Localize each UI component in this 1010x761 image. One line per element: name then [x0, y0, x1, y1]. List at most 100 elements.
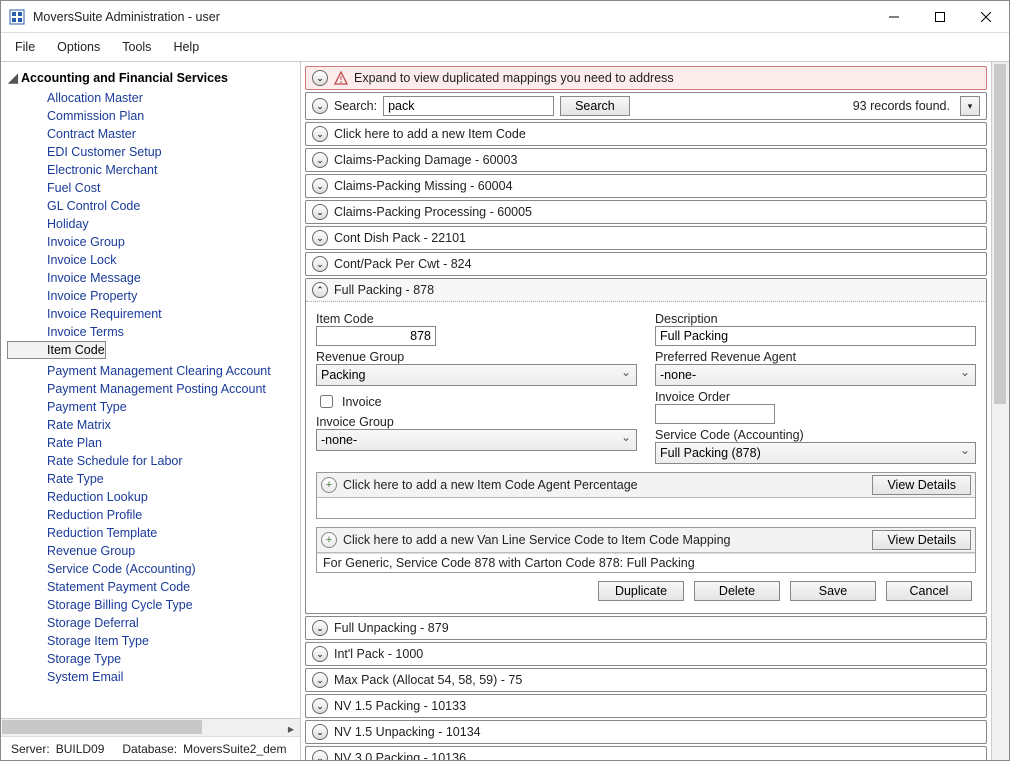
sidebar-item[interactable]: Allocation Master — [7, 89, 300, 107]
sidebar-item[interactable]: Payment Management Clearing Account — [7, 362, 300, 380]
menu-help[interactable]: Help — [169, 36, 203, 58]
sidebar-item[interactable]: System Email — [7, 668, 300, 686]
chevron-down-icon[interactable]: ⌄ — [312, 620, 328, 636]
sidebar-hscroll[interactable]: ▸ — [1, 718, 300, 736]
item-row[interactable]: ⌄ Int'l Pack - 1000 — [305, 642, 987, 666]
duplicate-button[interactable]: Duplicate — [598, 581, 684, 601]
save-button[interactable]: Save — [790, 581, 876, 601]
dropdown-button[interactable]: ▾ — [960, 96, 980, 116]
sidebar-item[interactable]: Rate Plan — [7, 434, 300, 452]
menu-file[interactable]: File — [11, 36, 39, 58]
sidebar-item[interactable]: Invoice Message — [7, 269, 300, 287]
close-button[interactable] — [963, 1, 1009, 33]
item-row[interactable]: ⌄NV 1.5 Packing - 10133 — [305, 694, 987, 718]
chevron-down-icon[interactable]: ⌄ — [312, 98, 328, 114]
invoice-checkbox[interactable] — [320, 395, 333, 408]
view-details-button[interactable]: View Details — [872, 530, 971, 550]
item-row-label: Claims-Packing Processing - 60005 — [334, 205, 980, 219]
nav-tree[interactable]: ◢ Accounting and Financial Services Allo… — [1, 62, 300, 718]
chevron-up-icon[interactable]: ⌃ — [312, 282, 328, 298]
minimize-button[interactable] — [871, 1, 917, 33]
tree-section[interactable]: ◢ Accounting and Financial Services — [7, 66, 300, 89]
chevron-down-icon[interactable]: ⌄ — [312, 178, 328, 194]
search-input[interactable] — [383, 96, 554, 116]
chevron-down-icon[interactable]: ⌄ — [312, 698, 328, 714]
sidebar-item[interactable]: Commission Plan — [7, 107, 300, 125]
scrollbar-thumb[interactable] — [2, 720, 202, 734]
sidebar-item[interactable]: Electronic Merchant — [7, 161, 300, 179]
scroll-right-icon[interactable]: ▸ — [282, 719, 300, 737]
chevron-down-icon[interactable]: ⌄ — [312, 646, 328, 662]
sidebar-item[interactable]: Invoice Property — [7, 287, 300, 305]
item-code-field[interactable] — [316, 326, 436, 346]
agent-percentage-add[interactable]: Click here to add a new Item Code Agent … — [343, 478, 866, 492]
maximize-button[interactable] — [917, 1, 963, 33]
sidebar-item[interactable]: Revenue Group — [7, 542, 300, 560]
sidebar-item[interactable]: Item Code — [7, 341, 106, 359]
sidebar-item[interactable]: Holiday — [7, 215, 300, 233]
sidebar-item[interactable]: Invoice Requirement — [7, 305, 300, 323]
sidebar-item[interactable]: Invoice Lock — [7, 251, 300, 269]
item-row[interactable]: ⌄Cont Dish Pack - 22101 — [305, 226, 987, 250]
sidebar-item[interactable]: Rate Type — [7, 470, 300, 488]
item-row[interactable]: ⌄Max Pack (Allocat 54, 58, 59) - 75 — [305, 668, 987, 692]
vanline-mapping-line[interactable]: For Generic, Service Code 878 with Carto… — [317, 553, 975, 572]
sidebar-item[interactable]: EDI Customer Setup — [7, 143, 300, 161]
sidebar-item[interactable]: Rate Schedule for Labor — [7, 452, 300, 470]
chevron-down-icon[interactable]: ⌄ — [312, 230, 328, 246]
content-vscroll[interactable] — [991, 62, 1009, 760]
vanline-mapping-add[interactable]: Click here to add a new Van Line Service… — [343, 533, 866, 547]
sidebar-item[interactable]: GL Control Code — [7, 197, 300, 215]
search-button[interactable]: Search — [560, 96, 630, 116]
sidebar-item[interactable]: Reduction Profile — [7, 506, 300, 524]
sidebar-item[interactable]: Storage Item Type — [7, 632, 300, 650]
chevron-down-icon[interactable]: ⌄ — [312, 126, 328, 142]
sidebar-item[interactable]: Contract Master — [7, 125, 300, 143]
sidebar-item[interactable]: Reduction Lookup — [7, 488, 300, 506]
chevron-down-icon[interactable]: ⌄ — [312, 204, 328, 220]
chevron-down-icon[interactable]: ⌄ — [312, 672, 328, 688]
chevron-down-icon[interactable]: ⌄ — [312, 152, 328, 168]
invoice-order-field[interactable] — [655, 404, 775, 424]
sidebar-item[interactable]: Rate Matrix — [7, 416, 300, 434]
menu-tools[interactable]: Tools — [118, 36, 155, 58]
cancel-button[interactable]: Cancel — [886, 581, 972, 601]
revenue-group-select[interactable] — [316, 364, 637, 386]
sidebar-item[interactable]: Fuel Cost — [7, 179, 300, 197]
item-row[interactable]: ⌄Claims-Packing Missing - 60004 — [305, 174, 987, 198]
item-row[interactable]: ⌄NV 3.0 Packing - 10136 — [305, 746, 987, 760]
item-row[interactable]: ⌄NV 1.5 Unpacking - 10134 — [305, 720, 987, 744]
sidebar-item[interactable]: Storage Deferral — [7, 614, 300, 632]
pref-agent-select[interactable] — [655, 364, 976, 386]
service-code-select[interactable] — [655, 442, 976, 464]
plus-icon[interactable]: + — [321, 532, 337, 548]
item-row-label: Int'l Pack - 1000 — [334, 647, 980, 661]
window-title: MoversSuite Administration - user — [33, 10, 871, 24]
item-row[interactable]: ⌄Cont/Pack Per Cwt - 824 — [305, 252, 987, 276]
chevron-down-icon[interactable]: ⌄ — [312, 256, 328, 272]
sidebar-item[interactable]: Statement Payment Code — [7, 578, 300, 596]
menu-options[interactable]: Options — [53, 36, 104, 58]
scrollbar-thumb[interactable] — [994, 64, 1006, 404]
sidebar-item[interactable]: Service Code (Accounting) — [7, 560, 300, 578]
view-details-button[interactable]: View Details — [872, 475, 971, 495]
sidebar-item[interactable]: Storage Type — [7, 650, 300, 668]
item-row[interactable]: ⌄Full Unpacking - 879 — [305, 616, 987, 640]
plus-icon[interactable]: + — [321, 477, 337, 493]
sidebar-item[interactable]: Reduction Template — [7, 524, 300, 542]
sidebar-item[interactable]: Invoice Terms — [7, 323, 300, 341]
item-row[interactable]: ⌄ Claims-Packing Processing - 60005 — [305, 200, 987, 224]
sidebar-item[interactable]: Payment Management Posting Account — [7, 380, 300, 398]
sidebar-item[interactable]: Invoice Group — [7, 233, 300, 251]
chevron-down-icon[interactable]: ⌄ — [312, 724, 328, 740]
sidebar-item[interactable]: Payment Type — [7, 398, 300, 416]
add-item-row[interactable]: ⌄ Click here to add a new Item Code — [305, 122, 987, 146]
invoice-group-select[interactable] — [316, 429, 637, 451]
chevron-down-icon[interactable]: ⌄ — [312, 70, 328, 86]
sidebar-item[interactable]: Storage Billing Cycle Type — [7, 596, 300, 614]
delete-button[interactable]: Delete — [694, 581, 780, 601]
chevron-down-icon[interactable]: ⌄ — [312, 750, 328, 760]
warning-row[interactable]: ⌄ Expand to view duplicated mappings you… — [305, 66, 987, 90]
item-row[interactable]: ⌄Claims-Packing Damage - 60003 — [305, 148, 987, 172]
description-field[interactable] — [655, 326, 976, 346]
